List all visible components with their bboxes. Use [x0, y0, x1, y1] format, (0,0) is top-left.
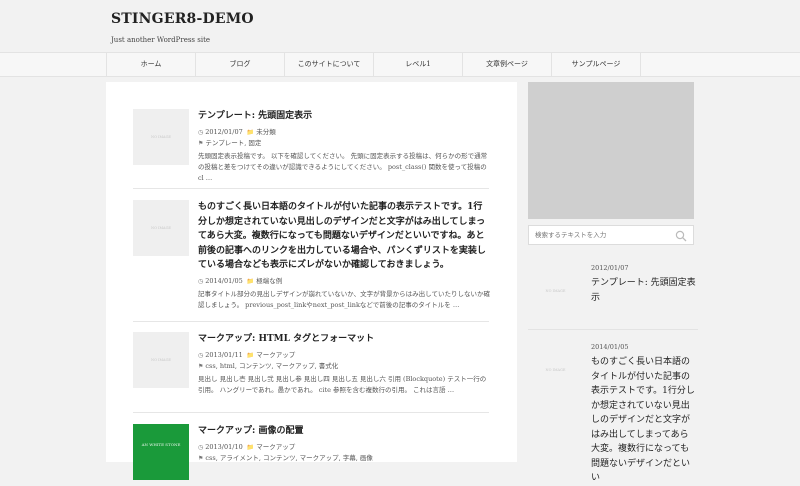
clock-icon: ◷	[198, 443, 204, 451]
post-body: テンプレート: 先頭固定表示 ◷ 2012/01/07 📁 未分類 ⚑ テンプレート,…	[198, 109, 490, 184]
folder-icon: 📁	[246, 351, 255, 359]
main-content: NO IMAGE テンプレート: 先頭固定表示 ◷ 2012/01/07 📁 未分類…	[106, 82, 517, 480]
post-thumbnail[interactable]: NO IMAGE	[133, 109, 189, 165]
clock-icon: ◷	[198, 277, 204, 285]
post-title[interactable]: マークアップ: 画像の配置	[198, 424, 490, 439]
sidebar-ad-placeholder	[528, 82, 694, 219]
sidebar-post-thumbnail[interactable]: NO IMAGE	[528, 263, 583, 318]
post-category[interactable]: 未分類	[256, 128, 276, 136]
site-description: Just another WordPress site	[111, 36, 211, 44]
post-category[interactable]: マークアップ	[256, 351, 295, 359]
post-date: 2013/01/10	[205, 442, 243, 451]
post-body: マークアップ: HTML タグとフォーマット ◷ 2013/01/11 📁 マークア…	[198, 332, 490, 396]
sidebar-post-body: 2014/01/05 ものすごく長い日本語のタイトルが付いた記事の表示テストです…	[591, 342, 696, 486]
post-divider	[133, 321, 489, 322]
main-nav: ホーム ブログ このサイトについて レベル1 文章例ページ サンプルページ	[0, 52, 800, 77]
sidebar-post-body: 2012/01/07 テンプレート: 先頭固定表示	[591, 263, 696, 305]
post-title[interactable]: テンプレート: 先頭固定表示	[198, 109, 490, 124]
post-thumbnail[interactable]: NO IMAGE	[133, 200, 189, 256]
nav-item-about[interactable]: このサイトについて	[284, 53, 373, 76]
nav-item-level1[interactable]: レベル1	[373, 53, 462, 76]
post-category[interactable]: マークアップ	[256, 443, 295, 451]
folder-icon: 📁	[246, 277, 255, 285]
sidebar-post-divider	[528, 329, 698, 330]
post-body: マークアップ: 画像の配置 ◷ 2013/01/10 📁 マークアップ ⚑ css, …	[198, 424, 490, 464]
sidebar-post-title[interactable]: ものすごく長い日本語のタイトルが付いた記事の表示テストです。1行分しか想定されて…	[591, 355, 696, 486]
post-meta: ◷ 2014/01/05 📁 極端な例	[198, 276, 490, 287]
post-date: 2012/01/07	[205, 127, 243, 136]
post-tags[interactable]: css, アライメント, コンテンツ, マークアップ, 字幕, 画像	[205, 454, 372, 462]
site-title[interactable]: STINGER8-DEMO	[111, 11, 254, 27]
site-header: STINGER8-DEMO Just another WordPress sit…	[0, 0, 800, 52]
post-meta: ◷ 2013/01/10 📁 マークアップ ⚑ css, アライメント, コンテンツ,…	[198, 442, 490, 464]
folder-icon: 📁	[246, 443, 255, 451]
post-title[interactable]: ものすごく長い日本語のタイトルが付いた記事の表示テストです。1行分しか想定されて…	[198, 200, 490, 273]
sidebar-post-thumbnail[interactable]: NO IMAGE	[528, 342, 583, 397]
post-date: 2014/01/05	[205, 276, 243, 285]
post-divider	[133, 188, 489, 189]
search-icon[interactable]	[675, 230, 687, 242]
search-input[interactable]	[535, 229, 675, 241]
post-tags[interactable]: テンプレート, 固定	[205, 139, 261, 147]
sidebar-post-date: 2014/01/05	[591, 343, 629, 351]
post-title[interactable]: マークアップ: HTML タグとフォーマット	[198, 332, 490, 347]
sidebar-post-title[interactable]: テンプレート: 先頭固定表示	[591, 276, 696, 305]
search-box	[528, 225, 694, 245]
post-excerpt: 先頭固定表示投稿です。 以下を確認してください。 先頭に固定表示する投稿は、何ら…	[198, 151, 488, 182]
post-divider	[133, 412, 489, 413]
post-excerpt: 見出し 見出し壱 見出し弐 見出し参 見出し四 見出し五 見出し六 引用 (Bl…	[198, 374, 487, 394]
folder-icon: 📁	[246, 128, 255, 136]
post-meta: ◷ 2013/01/11 📁 マークアップ ⚑ css, html, コンテンツ, マ…	[198, 350, 490, 372]
post-tags[interactable]: css, html, コンテンツ, マークアップ, 書式化	[205, 362, 338, 370]
post-date: 2013/01/11	[205, 350, 243, 359]
post-meta: ◷ 2012/01/07 📁 未分類 ⚑ テンプレート, 固定	[198, 127, 490, 149]
clock-icon: ◷	[198, 351, 204, 359]
clock-icon: ◷	[198, 128, 204, 136]
tag-icon: ⚑	[198, 362, 204, 370]
post-category[interactable]: 極端な例	[256, 277, 282, 285]
post-excerpt: 記事タイトル部分の見出しデザインが崩れていないか、文字が背景からはみ出していたり…	[198, 289, 490, 309]
post-body: ものすごく長い日本語のタイトルが付いた記事の表示テストです。1行分しか想定されて…	[198, 200, 490, 311]
post-thumbnail[interactable]: NO IMAGE	[133, 332, 189, 388]
nav-item-text-example[interactable]: 文章例ページ	[462, 53, 551, 76]
nav-item-sample-page[interactable]: サンプルページ	[551, 53, 641, 76]
nav-item-home[interactable]: ホーム	[106, 53, 195, 76]
tag-icon: ⚑	[198, 139, 204, 147]
post-thumbnail[interactable]: AN WHITE STONE	[133, 424, 189, 480]
sidebar-post-date: 2012/01/07	[591, 264, 629, 272]
nav-item-blog[interactable]: ブログ	[195, 53, 284, 76]
